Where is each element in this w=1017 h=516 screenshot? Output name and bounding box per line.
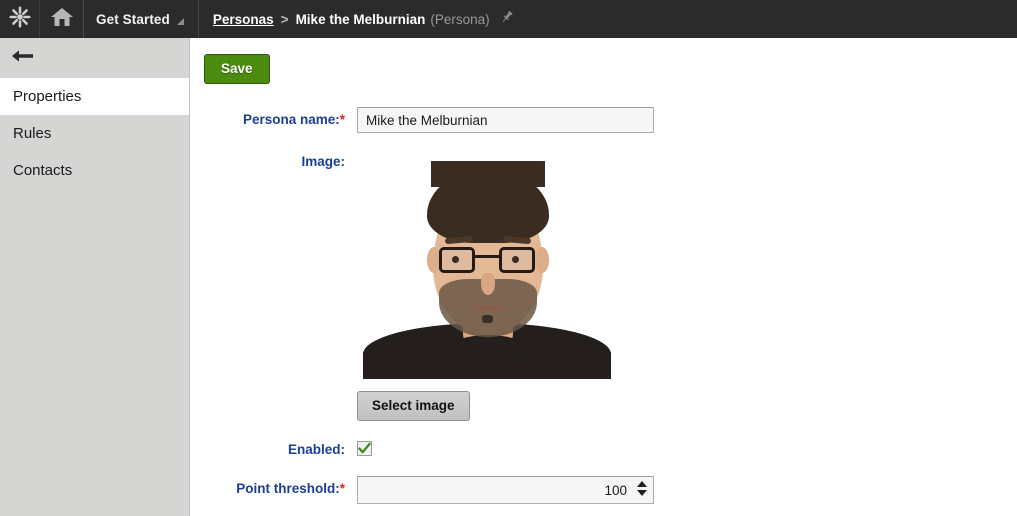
persona-portrait-photo <box>357 149 617 379</box>
left-sidebar: Properties Rules Contacts <box>0 38 190 516</box>
home-button[interactable] <box>40 0 84 38</box>
point-threshold-stepper <box>357 476 654 504</box>
tab-get-started-label: Get Started <box>96 11 170 27</box>
tab-corner-marker-icon <box>176 18 184 25</box>
form-row-image: Image: Select image <box>191 149 1017 421</box>
enabled-label: Enabled: <box>287 442 345 457</box>
starburst-icon <box>8 5 31 33</box>
image-control: Select image <box>357 149 1017 421</box>
spinner-decrement-icon[interactable] <box>637 490 647 496</box>
sidebar-back-button[interactable] <box>0 38 189 78</box>
breadcrumb-link-personas[interactable]: Personas <box>213 12 274 27</box>
enabled-control <box>357 437 1017 460</box>
point-threshold-label: Point threshold:* <box>191 476 357 496</box>
point-threshold-required-marker: * <box>339 481 345 496</box>
persona-properties-form: Persona name:* Image: <box>191 107 1017 504</box>
enabled-checkbox[interactable] <box>357 441 372 456</box>
breadcrumb-current-item: Mike the Melburnian <box>295 11 426 27</box>
pin-icon[interactable] <box>500 10 514 29</box>
sidebar-item-rules[interactable]: Rules <box>0 115 189 152</box>
form-row-point-threshold: Point threshold:* <box>191 476 1017 504</box>
sidebar-item-contacts[interactable]: Contacts <box>0 152 189 189</box>
persona-name-required-marker: * <box>339 112 345 127</box>
breadcrumb: Personas > Mike the Melburnian (Persona) <box>199 0 514 38</box>
tab-get-started[interactable]: Get Started <box>84 0 199 38</box>
image-label: Image: <box>301 154 345 169</box>
top-navigation-bar: Get Started Personas > Mike the Melburni… <box>0 0 1017 38</box>
select-image-button[interactable]: Select image <box>357 391 470 421</box>
spinner-arrows[interactable] <box>637 481 647 496</box>
spinner-increment-icon[interactable] <box>637 481 647 487</box>
point-threshold-label-text: Point threshold: <box>236 481 340 496</box>
form-row-persona-name: Persona name:* <box>191 107 1017 133</box>
sidebar-item-rules-label: Rules <box>13 125 52 142</box>
save-button[interactable]: Save <box>204 54 270 84</box>
sidebar-item-properties-label: Properties <box>13 88 82 105</box>
form-row-enabled: Enabled: <box>191 437 1017 460</box>
home-icon <box>50 6 74 33</box>
persona-image-preview[interactable] <box>357 149 617 379</box>
persona-name-label: Persona name:* <box>191 107 357 127</box>
persona-name-input[interactable] <box>357 107 654 133</box>
sidebar-item-properties[interactable]: Properties <box>0 78 189 115</box>
sidebar-item-contacts-label: Contacts <box>13 162 73 179</box>
app-logo-button[interactable] <box>0 0 40 38</box>
main-content-area: Save Persona name:* Image: <box>191 38 1017 516</box>
back-arrow-icon <box>11 47 35 70</box>
persona-name-control <box>357 107 1017 133</box>
breadcrumb-separator-icon: > <box>280 11 289 27</box>
form-toolbar: Save <box>191 38 1017 84</box>
checkmark-icon <box>358 442 371 454</box>
point-threshold-input[interactable] <box>357 476 654 504</box>
breadcrumb-item-type: (Persona) <box>430 11 490 27</box>
point-threshold-control <box>357 476 1017 504</box>
persona-name-label-text: Persona name: <box>242 112 340 127</box>
